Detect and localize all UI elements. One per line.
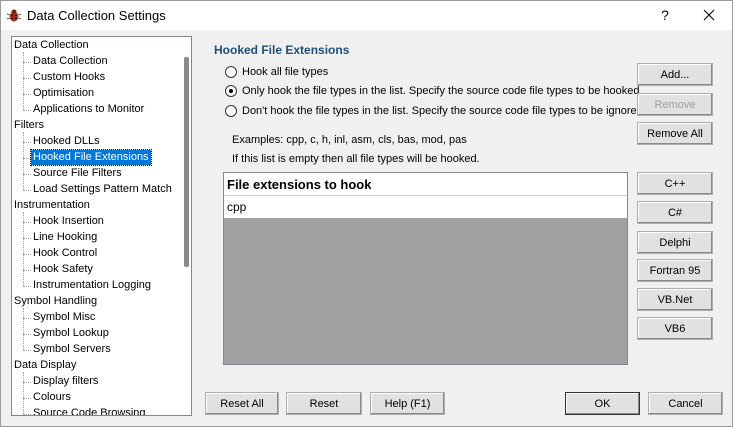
- tree-connector: [23, 382, 31, 383]
- vbnet-button[interactable]: VB.Net: [637, 288, 713, 311]
- tree-connector: [23, 52, 24, 110]
- help-button[interactable]: Help (F1): [370, 392, 445, 415]
- settings-tree[interactable]: Data Collection Data Collection Custom Hoo…: [11, 36, 192, 416]
- csharp-button[interactable]: C#: [637, 201, 713, 224]
- radio-only-hook-circle[interactable]: [225, 85, 237, 97]
- list-header[interactable]: File extensions to hook: [224, 173, 627, 196]
- tree-connector: [23, 142, 31, 143]
- tree-item[interactable]: Display filters: [33, 374, 98, 389]
- tree-connector: [23, 286, 31, 287]
- tree-item[interactable]: Colours: [33, 390, 71, 405]
- panel-title: Hooked File Extensions: [214, 43, 350, 57]
- tree-connector: [23, 78, 31, 79]
- tree-item[interactable]: Hooked DLLs: [33, 134, 100, 149]
- tree-item[interactable]: Load Settings Pattern Match: [33, 182, 172, 197]
- tree-connector: [23, 158, 31, 159]
- tree-item[interactable]: Line Hooking: [33, 230, 97, 245]
- radio-dont-hook-label: Don't hook the file types in the list. S…: [242, 105, 643, 117]
- tree-group[interactable]: Data Collection: [14, 38, 89, 53]
- vb6-button[interactable]: VB6: [637, 317, 713, 340]
- window-title: Data Collection Settings: [27, 8, 166, 23]
- remove-all-button[interactable]: Remove All: [637, 122, 713, 145]
- tree-connector: [23, 334, 31, 335]
- tree-scrollbar[interactable]: [181, 37, 191, 415]
- radio-only-hook[interactable]: Only hook the file types in the list. Sp…: [225, 83, 639, 99]
- tree-item[interactable]: Source File Filters: [33, 166, 122, 181]
- tree-item[interactable]: Symbol Lookup: [33, 326, 109, 341]
- close-button[interactable]: [697, 5, 721, 25]
- tree-item[interactable]: Symbol Servers: [33, 342, 111, 357]
- reset-button[interactable]: Reset: [286, 392, 362, 415]
- tree-group[interactable]: Data Display: [14, 358, 76, 373]
- dialog-window: Data Collection Settings ? Data Collecti…: [0, 0, 733, 427]
- tree-connector: [23, 238, 31, 239]
- tree-connector: [23, 62, 31, 63]
- tree-item[interactable]: Symbol Misc: [33, 310, 95, 325]
- tree-item[interactable]: Instrumentation Logging: [33, 278, 151, 293]
- add-button[interactable]: Add...: [637, 63, 713, 86]
- tree-item[interactable]: Hook Insertion: [33, 214, 104, 229]
- examples-text: Examples: cpp, c, h, inl, asm, cls, bas,…: [232, 134, 467, 146]
- empty-note-text: If this list is empty then all file type…: [232, 153, 480, 165]
- ok-button[interactable]: OK: [565, 392, 640, 415]
- tree-connector: [23, 308, 24, 350]
- tree-connector: [23, 190, 31, 191]
- close-icon: [703, 9, 715, 21]
- tree-item[interactable]: Hook Control: [33, 246, 97, 261]
- radio-dont-hook[interactable]: Don't hook the file types in the list. S…: [225, 103, 643, 119]
- radio-hook-all-circle[interactable]: [225, 66, 237, 78]
- radio-only-hook-label: Only hook the file types in the list. Sp…: [242, 85, 640, 97]
- reset-all-button[interactable]: Reset All: [205, 392, 279, 415]
- title-bar: Data Collection Settings ?: [1, 1, 732, 30]
- tree-item[interactable]: Custom Hooks: [33, 70, 105, 85]
- tree-connector: [23, 372, 24, 414]
- tree-connector: [23, 350, 31, 351]
- tree-item[interactable]: Hook Safety: [33, 262, 93, 277]
- tree-item[interactable]: Data Collection: [33, 54, 108, 69]
- tree-item[interactable]: Hooked File Extensions: [30, 149, 152, 166]
- tree-group[interactable]: Symbol Handling: [14, 294, 97, 309]
- cancel-button[interactable]: Cancel: [648, 392, 723, 415]
- radio-hook-all-label: Hook all file types: [242, 66, 329, 78]
- list-item[interactable]: cpp: [224, 196, 627, 218]
- tree-connector: [23, 174, 31, 175]
- radio-hook-all[interactable]: Hook all file types: [225, 64, 328, 80]
- tree-connector: [23, 94, 31, 95]
- delphi-button[interactable]: Delphi: [637, 231, 713, 254]
- cpp-button[interactable]: C++: [637, 172, 713, 195]
- radio-dont-hook-circle[interactable]: [225, 105, 237, 117]
- tree-connector: [23, 222, 31, 223]
- tree-scrollbar-thumb[interactable]: [184, 57, 189, 267]
- tree-connector: [23, 398, 31, 399]
- tree-connector: [23, 270, 31, 271]
- tree-connector: [23, 318, 31, 319]
- bug-icon: [6, 7, 22, 23]
- tree-group[interactable]: Filters: [14, 118, 44, 133]
- tree-group[interactable]: Instrumentation: [14, 198, 90, 213]
- fortran-button[interactable]: Fortran 95: [637, 259, 713, 282]
- tree-item[interactable]: Optimisation: [33, 86, 94, 101]
- tree-item[interactable]: Source Code Browsing: [33, 406, 146, 415]
- help-title-button[interactable]: ?: [653, 5, 677, 25]
- tree-connector: [23, 254, 31, 255]
- tree-connector: [23, 212, 24, 286]
- tree-item[interactable]: Applications to Monitor: [33, 102, 144, 117]
- extensions-list[interactable]: File extensions to hook cpp: [223, 172, 628, 365]
- tree-connector: [23, 110, 31, 111]
- tree-connector: [23, 414, 31, 415]
- remove-button[interactable]: Remove: [637, 93, 713, 116]
- tree-connector: [23, 132, 24, 190]
